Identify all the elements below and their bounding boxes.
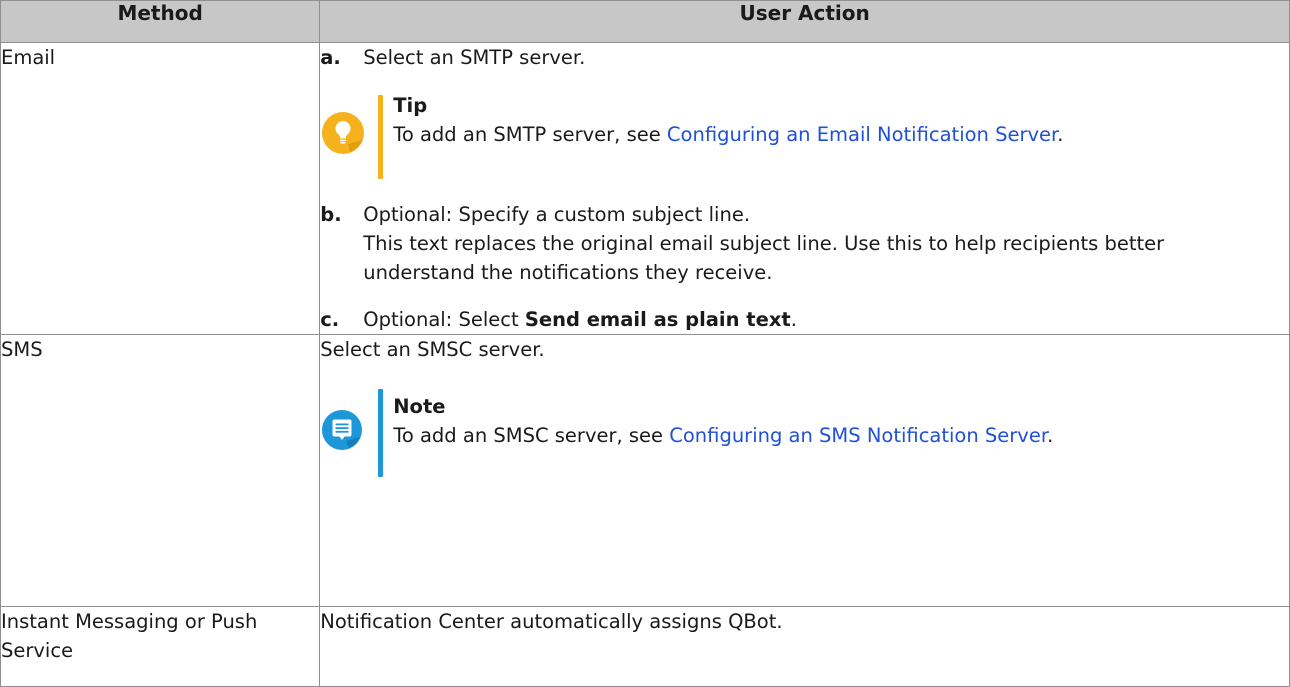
note-text: To add an SMSC server, see Configuring a…: [393, 421, 1123, 450]
step-c-option: Send email as plain text: [524, 308, 791, 331]
action-cell-instant-messaging: Notification Center automatically assign…: [319, 606, 1290, 687]
step-b-content: Optional: Specify a custom subject line.…: [363, 200, 1273, 287]
method-table: Method User Action Email a. Select an SM…: [0, 0, 1290, 687]
step-b-text: Optional: Specify a custom subject line.: [363, 203, 751, 226]
note-body: Note To add an SMSC server, see Configur…: [393, 383, 1123, 477]
note-accent-bar: [378, 389, 384, 477]
tip-accent-bar: [378, 95, 384, 179]
table-row-sms: SMS Select an SMSC server. Note To add a…: [0, 334, 1290, 607]
step-a-text: Select an SMTP server.: [363, 46, 586, 69]
step-c-text: Optional: Select Send email as plain tex…: [363, 305, 797, 334]
note-icon: [322, 410, 363, 450]
action-cell-sms: Select an SMSC server. Note To add an SM…: [319, 334, 1290, 607]
tip-body: Tip To add an SMTP server, see Configuri…: [393, 91, 1123, 179]
header-row: Method User Action: [0, 0, 1290, 43]
step-c-letter: c.: [320, 308, 340, 331]
step-b-detail: This text replaces the original email su…: [363, 232, 1165, 284]
tip-callout: Tip To add an SMTP server, see Configuri…: [320, 91, 1289, 179]
table-row-email: Email a. Select an SMTP server. Tip To a…: [0, 42, 1290, 335]
table-row-instant-messaging: Instant Messaging or Push Service Notifi…: [0, 606, 1290, 687]
tip-title: Tip: [393, 94, 428, 117]
step-a: a. Select an SMTP server.: [320, 43, 1289, 72]
header-method: Method: [0, 0, 321, 43]
tip-text-before: To add an SMTP server, see: [393, 123, 667, 146]
step-b: b. Optional: Specify a custom subject li…: [320, 200, 1289, 287]
method-instant-messaging-text: Instant Messaging or Push Service: [1, 610, 258, 662]
tip-text-after: .: [1057, 123, 1064, 146]
lightbulb-icon: [322, 112, 365, 154]
action-cell-email: a. Select an SMTP server. Tip To add an …: [319, 42, 1290, 335]
note-title: Note: [393, 395, 446, 418]
header-user-action: User Action: [319, 0, 1290, 43]
step-c-text-after: .: [790, 308, 797, 331]
note-text-after: .: [1047, 424, 1054, 447]
step-a-letter: a.: [320, 46, 341, 69]
note-text-before: To add an SMSC server, see: [393, 424, 670, 447]
email-server-link[interactable]: Configuring an Email Notification Server: [667, 123, 1057, 146]
method-cell-sms: SMS: [0, 334, 321, 607]
step-b-letter: b.: [320, 203, 342, 226]
method-cell-instant-messaging: Instant Messaging or Push Service: [0, 606, 321, 687]
sms-text: Select an SMSC server.: [320, 338, 545, 361]
tip-text: To add an SMTP server, see Configuring a…: [393, 120, 1123, 149]
step-c: c. Optional: Select Send email as plain …: [320, 305, 1289, 334]
method-cell-email: Email: [0, 42, 321, 335]
sms-server-link[interactable]: Configuring an SMS Notification Server: [669, 424, 1047, 447]
note-callout: Note To add an SMSC server, see Configur…: [320, 383, 1289, 477]
step-c-text-before: Optional: Select: [363, 308, 525, 331]
